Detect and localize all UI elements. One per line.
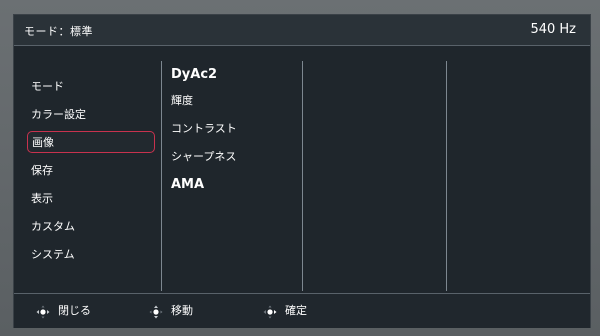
dpad-right-icon — [263, 304, 277, 319]
menu-item-mode[interactable]: モード — [27, 76, 155, 98]
menu-item-label: 画像 — [32, 136, 54, 149]
osd-header: モード：標準 540 Hz — [14, 15, 590, 46]
column-divider — [302, 61, 303, 291]
menu-item-save[interactable]: 保存 — [27, 160, 155, 182]
hint-label: 移動 — [171, 304, 193, 317]
menu-item-label: モード — [31, 80, 64, 93]
sub-item-brightness[interactable]: 輝度 — [171, 93, 193, 109]
menu-item-label: システム — [31, 248, 75, 261]
dpad-up-down-icon — [149, 304, 163, 319]
dpad-left-right-icon — [36, 304, 50, 319]
hint-label: 確定 — [285, 304, 307, 317]
menu-item-display[interactable]: 表示 — [27, 188, 155, 210]
sub-item-ama[interactable]: AMA — [171, 177, 204, 193]
menu-item-system[interactable]: システム — [27, 244, 155, 266]
menu-item-color-settings[interactable]: カラー設定 — [27, 104, 155, 126]
menu-item-label: カスタム — [31, 220, 75, 233]
menu-item-label: 表示 — [31, 192, 53, 205]
menu-item-custom[interactable]: カスタム — [27, 216, 155, 238]
sub-item-sharpness[interactable]: シャープネス — [171, 149, 236, 165]
sub-item-contrast[interactable]: コントラスト — [171, 121, 237, 137]
osd-panel: モード：標準 540 Hz モード カラー設定 画像 保存 表示 カスタム シス… — [13, 14, 591, 328]
column-divider — [446, 61, 447, 291]
menu-item-label: 保存 — [31, 164, 53, 177]
column-divider — [161, 61, 162, 291]
menu-item-picture[interactable]: 画像 — [27, 131, 155, 153]
menu-item-label: カラー設定 — [31, 108, 86, 121]
current-mode-label: モード：標準 — [24, 25, 93, 38]
hint-label: 閉じる — [58, 304, 91, 317]
refresh-rate-label: 540 Hz — [530, 22, 576, 37]
osd-footer: 閉じる 移動 確定 — [14, 293, 590, 328]
sub-item-dyac2[interactable]: DyAc2 — [171, 67, 217, 83]
